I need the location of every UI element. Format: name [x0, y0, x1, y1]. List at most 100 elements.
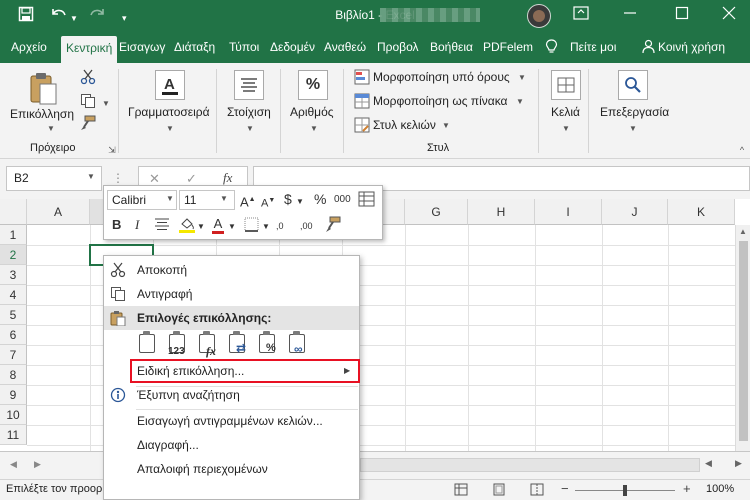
menu-item-cut[interactable]: Αποκοπή: [104, 258, 359, 282]
scroll-up-icon[interactable]: ▲: [739, 227, 747, 236]
column-header[interactable]: K: [668, 199, 735, 225]
cells-icon[interactable]: [551, 70, 581, 100]
format-as-table-button[interactable]: Μορφοποίηση ως πίνακα: [373, 94, 507, 108]
chevron-down-icon[interactable]: ▼: [262, 218, 270, 236]
fill-color-icon[interactable]: [178, 215, 196, 238]
paste-button[interactable]: Επικόλληση: [10, 107, 74, 121]
conditional-formatting-button[interactable]: Μορφοποίηση υπό όρους: [373, 70, 510, 84]
chevron-down-icon[interactable]: ▼: [296, 193, 304, 211]
chevron-down-icon[interactable]: ▼: [228, 218, 236, 236]
increase-decimal-button[interactable]: ,0: [276, 217, 284, 235]
format-as-table-icon[interactable]: [354, 93, 370, 109]
close-icon[interactable]: [722, 6, 736, 26]
alignment-group-button[interactable]: Στοίχιση: [227, 105, 271, 119]
cells-dropdown-icon[interactable]: ▼: [558, 121, 574, 137]
align-center-icon[interactable]: [154, 217, 170, 236]
more-icon[interactable]: ⋮: [112, 171, 124, 185]
sheet-nav-right-icon[interactable]: ▶: [34, 459, 41, 470]
paste-option-paste[interactable]: [136, 331, 160, 358]
tab-help[interactable]: Βοήθεια: [430, 40, 473, 54]
column-header[interactable]: I: [535, 199, 602, 225]
menu-item-paste-special[interactable]: Ειδική επικόλληση... ▶: [104, 359, 359, 383]
conditional-formatting-icon[interactable]: [354, 69, 370, 85]
menu-item-smart-lookup[interactable]: Έξυπνη αναζήτηση: [104, 383, 359, 407]
paste-option-link[interactable]: ∞: [286, 331, 310, 358]
shrink-font-button[interactable]: A▼: [261, 192, 275, 213]
format-painter-icon[interactable]: [324, 215, 342, 238]
menu-item-insert-copied-cells[interactable]: Εισαγωγή αντιγραμμένων κελιών...: [104, 409, 359, 433]
tab-data[interactable]: Δεδομέν: [270, 40, 315, 54]
row-header[interactable]: 1: [0, 225, 27, 245]
menu-item-clear-contents[interactable]: Απαλοιφή περιεχομένων: [104, 457, 359, 481]
lightbulb-icon[interactable]: [545, 39, 558, 57]
menu-item-copy[interactable]: Αντιγραφή: [104, 282, 359, 306]
chevron-down-icon[interactable]: ▼: [220, 194, 228, 203]
cells-group-button[interactable]: Κελιά: [551, 105, 580, 119]
vertical-scrollbar[interactable]: ▲: [735, 225, 750, 451]
chevron-down-icon[interactable]: ▼: [87, 172, 95, 181]
italic-button[interactable]: I: [135, 216, 139, 234]
format-cells-icon[interactable]: [358, 191, 375, 212]
ribbon-display-icon[interactable]: [573, 6, 589, 26]
editing-icon[interactable]: [618, 70, 648, 100]
editing-dropdown-icon[interactable]: ▼: [625, 121, 641, 137]
scroll-left-icon[interactable]: ◀: [705, 458, 712, 469]
chevron-down-icon[interactable]: ▼: [197, 218, 205, 236]
chevron-down-icon[interactable]: ▼: [438, 118, 454, 134]
row-header[interactable]: 5: [0, 305, 27, 325]
zoom-in-button[interactable]: +: [683, 481, 691, 496]
row-header[interactable]: 6: [0, 325, 27, 345]
number-icon[interactable]: %: [298, 70, 328, 100]
chevron-down-icon[interactable]: ▼: [514, 70, 530, 86]
bold-button[interactable]: B: [112, 216, 121, 234]
menu-item-delete[interactable]: Διαγραφή...: [104, 433, 359, 457]
select-all-corner[interactable]: [0, 199, 27, 225]
paste-dropdown-icon[interactable]: ▼: [43, 121, 59, 137]
paste-option-formulas[interactable]: fx: [196, 331, 220, 358]
row-header[interactable]: 4: [0, 285, 27, 305]
cut-icon[interactable]: [80, 69, 96, 85]
share-button[interactable]: Κοινή χρήση: [658, 40, 725, 54]
row-header[interactable]: 10: [0, 405, 27, 425]
thousands-button[interactable]: 000: [334, 191, 351, 209]
font-size-box[interactable]: 11 ▼: [179, 190, 235, 210]
chevron-down-icon[interactable]: ▼: [166, 194, 174, 203]
tab-view[interactable]: Προβολ: [377, 40, 419, 54]
tab-file[interactable]: Αρχείο: [11, 40, 47, 54]
row-header[interactable]: 9: [0, 385, 27, 405]
row-header[interactable]: 7: [0, 345, 27, 365]
tab-pdfelement[interactable]: PDFelem: [483, 40, 533, 54]
font-name-box[interactable]: Calibri ▼: [107, 190, 177, 210]
format-painter-icon[interactable]: [80, 115, 96, 131]
alignment-dropdown-icon[interactable]: ▼: [242, 121, 258, 137]
normal-view-icon[interactable]: [454, 483, 468, 499]
tab-formulas[interactable]: Τύποι: [229, 40, 259, 54]
number-group-button[interactable]: Αριθμός: [290, 105, 334, 119]
font-color-icon[interactable]: A: [212, 215, 224, 234]
editing-group-button[interactable]: Επεξεργασία: [600, 105, 669, 119]
font-icon[interactable]: A: [155, 70, 185, 100]
row-header[interactable]: 11: [0, 425, 27, 445]
grow-font-button[interactable]: A▲: [240, 191, 256, 211]
paste-icon[interactable]: [28, 71, 58, 107]
sheet-nav-left-icon[interactable]: ◀: [10, 459, 17, 470]
avatar[interactable]: [527, 4, 551, 28]
row-header[interactable]: 3: [0, 265, 27, 285]
column-header[interactable]: J: [602, 199, 668, 225]
maximize-icon[interactable]: [675, 6, 689, 26]
horizontal-scrollbar[interactable]: [360, 458, 700, 472]
copy-dropdown-icon[interactable]: ▼: [98, 96, 114, 112]
tab-layout[interactable]: Διάταξη: [174, 40, 215, 54]
paste-option-transpose[interactable]: ⇄: [226, 331, 250, 358]
copy-icon[interactable]: [80, 93, 96, 109]
cell-styles-icon[interactable]: [354, 117, 370, 133]
page-layout-icon[interactable]: [492, 483, 506, 499]
decrease-decimal-button[interactable]: ,00: [300, 217, 313, 235]
font-group-button[interactable]: Γραμματοσειρά: [128, 105, 210, 119]
chevron-down-icon[interactable]: ▼: [512, 94, 528, 110]
collapse-ribbon-icon[interactable]: ^: [734, 142, 750, 158]
scrollbar-thumb[interactable]: [739, 241, 748, 441]
column-header[interactable]: G: [405, 199, 468, 225]
alignment-icon[interactable]: [234, 70, 264, 100]
scroll-right-icon[interactable]: ▶: [735, 458, 742, 469]
